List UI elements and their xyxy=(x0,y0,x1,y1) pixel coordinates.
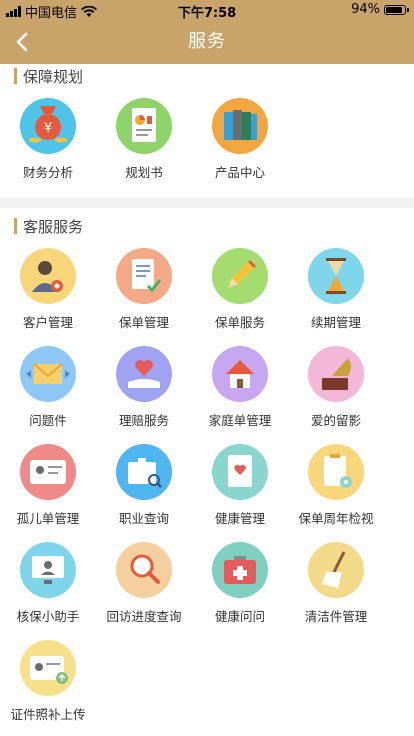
service-item-label: 保单周年检视 xyxy=(298,511,374,526)
service-item[interactable]: 核保小助手 xyxy=(0,532,96,630)
service-grid: ¥ 财务分析 规划书 产品中心 xyxy=(0,88,414,186)
service-item[interactable]: 职业查询 xyxy=(96,434,192,532)
service-item-label: 问题件 xyxy=(29,413,67,428)
clipboard-eye-icon xyxy=(308,444,364,500)
chevron-left-icon xyxy=(16,32,28,52)
service-item[interactable]: 爱的留影 xyxy=(288,336,384,434)
service-item[interactable]: 产品中心 xyxy=(192,88,288,186)
service-grid: 客户管理 保单管理 保单服务 续期管理问题件 理赔服务 家庭单管理 爱的留影孤儿单管理 职业查… xyxy=(0,238,414,728)
service-item-label: 核保小助手 xyxy=(16,609,80,624)
customer-gear-icon xyxy=(20,248,76,304)
service-item[interactable]: 保单周年检视 xyxy=(288,434,384,532)
medical-kit-icon xyxy=(212,542,268,598)
magnifier-icon xyxy=(116,542,172,598)
service-item-label: 健康问问 xyxy=(214,609,265,624)
service-item[interactable]: 续期管理 xyxy=(288,238,384,336)
service-item-label: 家庭单管理 xyxy=(208,413,272,428)
service-item[interactable]: 健康问问 xyxy=(192,532,288,630)
section-title: 客服服务 xyxy=(0,208,414,238)
health-book-icon xyxy=(212,444,268,500)
service-item[interactable]: 问题件 xyxy=(0,336,96,434)
heart-hand-icon xyxy=(116,346,172,402)
service-item[interactable]: 孤儿单管理 xyxy=(0,434,96,532)
service-item-label: 规划书 xyxy=(125,165,163,180)
service-item-label: 孤儿单管理 xyxy=(16,511,80,526)
service-item-label: 爱的留影 xyxy=(310,413,361,428)
section-customer-service: 客服服务 客户管理 保单管理 保单服务 续期管理问题件 理赔服务 家庭单管理 爱的留影孤儿单… xyxy=(0,208,414,736)
service-item-label: 续期管理 xyxy=(310,315,361,330)
service-item[interactable]: 规划书 xyxy=(96,88,192,186)
section-title-bar xyxy=(14,68,17,84)
envelope-icon xyxy=(20,346,76,402)
back-button[interactable] xyxy=(8,28,36,56)
service-item-label: 保单管理 xyxy=(118,315,169,330)
broom-icon xyxy=(308,542,364,598)
section-divider xyxy=(0,198,414,208)
policy-check-icon xyxy=(116,248,172,304)
house-icon xyxy=(212,346,268,402)
service-item-label: 理赔服务 xyxy=(118,413,169,428)
service-item-label: 健康管理 xyxy=(214,511,265,526)
service-item[interactable]: 保单管理 xyxy=(96,238,192,336)
briefcase-search-icon xyxy=(116,444,172,500)
service-item-label: 保单服务 xyxy=(214,315,265,330)
section-protection-planning: 保障规划 ¥ 财务分析 规划书 产品中心 xyxy=(0,64,414,198)
service-item-label: 产品中心 xyxy=(214,165,265,180)
service-item-label: 回访进度查询 xyxy=(106,609,182,624)
service-item[interactable]: 清洁件管理 xyxy=(288,532,384,630)
battery-percent: 94% xyxy=(351,2,380,17)
binders-icon xyxy=(212,98,268,154)
service-item[interactable]: 保单服务 xyxy=(192,238,288,336)
monitor-user-icon xyxy=(20,542,76,598)
id-card-icon xyxy=(20,444,76,500)
service-item-label: 客户管理 xyxy=(22,315,73,330)
svg-text:¥: ¥ xyxy=(44,121,52,136)
service-item-label: 证件照补上传 xyxy=(10,707,86,722)
service-item[interactable]: 家庭单管理 xyxy=(192,336,288,434)
section-title-text: 客服服务 xyxy=(23,217,84,236)
service-item[interactable]: 健康管理 xyxy=(192,434,288,532)
battery-icon xyxy=(384,4,409,15)
section-title-bar xyxy=(14,218,17,234)
id-upload-icon xyxy=(20,640,76,696)
nav-bar: 服务 xyxy=(0,20,414,64)
service-item[interactable]: 回访进度查询 xyxy=(96,532,192,630)
document-chart-icon xyxy=(116,98,172,154)
service-item[interactable]: 客户管理 xyxy=(0,238,96,336)
service-item[interactable]: 证件照补上传 xyxy=(0,630,96,728)
service-item-label: 职业查询 xyxy=(118,511,169,526)
section-title-text: 保障规划 xyxy=(23,67,84,86)
money-bag-icon: ¥ xyxy=(20,98,76,154)
status-bar: 中国电信 下午7:58 94% xyxy=(0,0,414,21)
service-item[interactable]: ¥ 财务分析 xyxy=(0,88,96,186)
service-item-label: 清洁件管理 xyxy=(304,609,368,624)
section-title: 保障规划 xyxy=(0,64,414,88)
pencil-icon xyxy=(212,248,268,304)
hourglass-icon xyxy=(308,248,364,304)
service-item[interactable]: 理赔服务 xyxy=(96,336,192,434)
page-title: 服务 xyxy=(188,31,226,52)
service-item-label: 财务分析 xyxy=(22,165,73,180)
status-right: 94% xyxy=(351,2,409,17)
gramophone-icon xyxy=(308,346,364,402)
